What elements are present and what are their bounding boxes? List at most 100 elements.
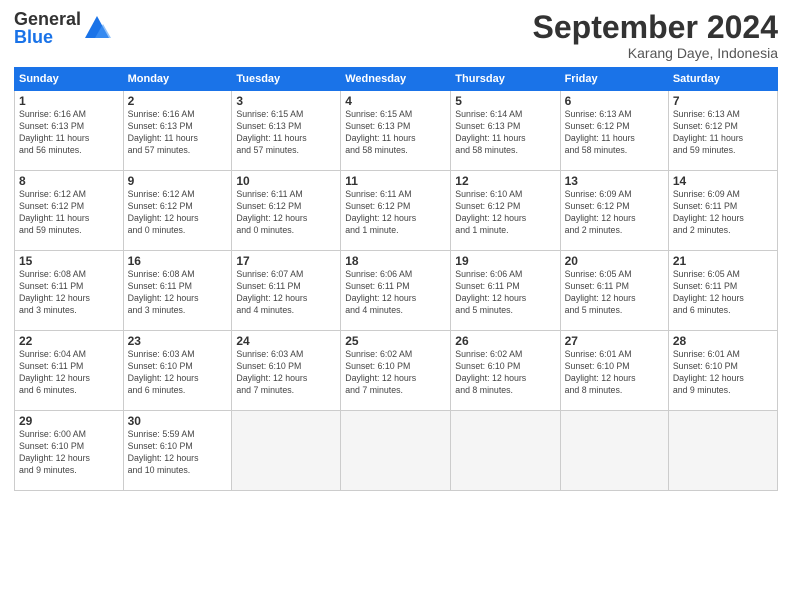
day-number: 2 <box>128 94 228 108</box>
day-info: Sunrise: 6:12 AM Sunset: 6:12 PM Dayligh… <box>19 189 119 237</box>
day-info: Sunrise: 6:14 AM Sunset: 6:13 PM Dayligh… <box>455 109 555 157</box>
day-number: 30 <box>128 414 228 428</box>
table-row: 30Sunrise: 5:59 AM Sunset: 6:10 PM Dayli… <box>123 411 232 491</box>
day-info: Sunrise: 6:02 AM Sunset: 6:10 PM Dayligh… <box>455 349 555 397</box>
location-title: Karang Daye, Indonesia <box>533 45 778 61</box>
table-row: 2Sunrise: 6:16 AM Sunset: 6:13 PM Daylig… <box>123 91 232 171</box>
day-info: Sunrise: 6:07 AM Sunset: 6:11 PM Dayligh… <box>236 269 336 317</box>
day-number: 7 <box>673 94 773 108</box>
logo-area: General Blue <box>14 10 111 46</box>
day-info: Sunrise: 6:05 AM Sunset: 6:11 PM Dayligh… <box>673 269 773 317</box>
day-number: 17 <box>236 254 336 268</box>
title-area: September 2024 Karang Daye, Indonesia <box>533 10 778 61</box>
day-number: 4 <box>345 94 446 108</box>
day-number: 1 <box>19 94 119 108</box>
day-number: 25 <box>345 334 446 348</box>
calendar-table: Sunday Monday Tuesday Wednesday Thursday… <box>14 67 778 491</box>
day-number: 11 <box>345 174 446 188</box>
day-number: 8 <box>19 174 119 188</box>
table-row: 28Sunrise: 6:01 AM Sunset: 6:10 PM Dayli… <box>668 331 777 411</box>
col-wednesday: Wednesday <box>341 68 451 91</box>
calendar-week-row: 8Sunrise: 6:12 AM Sunset: 6:12 PM Daylig… <box>15 171 778 251</box>
col-saturday: Saturday <box>668 68 777 91</box>
table-row <box>560 411 668 491</box>
table-row <box>232 411 341 491</box>
day-info: Sunrise: 6:03 AM Sunset: 6:10 PM Dayligh… <box>236 349 336 397</box>
table-row: 19Sunrise: 6:06 AM Sunset: 6:11 PM Dayli… <box>451 251 560 331</box>
day-number: 26 <box>455 334 555 348</box>
logo-blue: Blue <box>14 28 81 46</box>
day-number: 24 <box>236 334 336 348</box>
day-number: 13 <box>565 174 664 188</box>
col-thursday: Thursday <box>451 68 560 91</box>
table-row: 3Sunrise: 6:15 AM Sunset: 6:13 PM Daylig… <box>232 91 341 171</box>
col-sunday: Sunday <box>15 68 124 91</box>
table-row: 17Sunrise: 6:07 AM Sunset: 6:11 PM Dayli… <box>232 251 341 331</box>
day-info: Sunrise: 6:09 AM Sunset: 6:12 PM Dayligh… <box>565 189 664 237</box>
day-number: 28 <box>673 334 773 348</box>
table-row: 7Sunrise: 6:13 AM Sunset: 6:12 PM Daylig… <box>668 91 777 171</box>
table-row: 5Sunrise: 6:14 AM Sunset: 6:13 PM Daylig… <box>451 91 560 171</box>
day-number: 16 <box>128 254 228 268</box>
day-info: Sunrise: 6:01 AM Sunset: 6:10 PM Dayligh… <box>565 349 664 397</box>
day-number: 5 <box>455 94 555 108</box>
day-info: Sunrise: 6:08 AM Sunset: 6:11 PM Dayligh… <box>19 269 119 317</box>
table-row: 27Sunrise: 6:01 AM Sunset: 6:10 PM Dayli… <box>560 331 668 411</box>
day-info: Sunrise: 6:10 AM Sunset: 6:12 PM Dayligh… <box>455 189 555 237</box>
table-row: 12Sunrise: 6:10 AM Sunset: 6:12 PM Dayli… <box>451 171 560 251</box>
table-row: 1Sunrise: 6:16 AM Sunset: 6:13 PM Daylig… <box>15 91 124 171</box>
calendar-header-row: Sunday Monday Tuesday Wednesday Thursday… <box>15 68 778 91</box>
day-number: 29 <box>19 414 119 428</box>
day-info: Sunrise: 6:09 AM Sunset: 6:11 PM Dayligh… <box>673 189 773 237</box>
day-number: 21 <box>673 254 773 268</box>
day-info: Sunrise: 6:04 AM Sunset: 6:11 PM Dayligh… <box>19 349 119 397</box>
table-row: 26Sunrise: 6:02 AM Sunset: 6:10 PM Dayli… <box>451 331 560 411</box>
table-row: 13Sunrise: 6:09 AM Sunset: 6:12 PM Dayli… <box>560 171 668 251</box>
day-number: 14 <box>673 174 773 188</box>
day-info: Sunrise: 6:01 AM Sunset: 6:10 PM Dayligh… <box>673 349 773 397</box>
table-row: 21Sunrise: 6:05 AM Sunset: 6:11 PM Dayli… <box>668 251 777 331</box>
col-tuesday: Tuesday <box>232 68 341 91</box>
logo-general: General <box>14 10 81 28</box>
day-info: Sunrise: 6:06 AM Sunset: 6:11 PM Dayligh… <box>345 269 446 317</box>
day-info: Sunrise: 6:00 AM Sunset: 6:10 PM Dayligh… <box>19 429 119 477</box>
table-row: 23Sunrise: 6:03 AM Sunset: 6:10 PM Dayli… <box>123 331 232 411</box>
day-number: 10 <box>236 174 336 188</box>
month-title: September 2024 <box>533 10 778 45</box>
day-info: Sunrise: 6:13 AM Sunset: 6:12 PM Dayligh… <box>565 109 664 157</box>
table-row: 24Sunrise: 6:03 AM Sunset: 6:10 PM Dayli… <box>232 331 341 411</box>
table-row: 16Sunrise: 6:08 AM Sunset: 6:11 PM Dayli… <box>123 251 232 331</box>
day-info: Sunrise: 6:05 AM Sunset: 6:11 PM Dayligh… <box>565 269 664 317</box>
header: General Blue September 2024 Karang Daye,… <box>14 10 778 61</box>
calendar-week-row: 1 Sunrise: 6:16 AM Sunset: 6:13 PM Daylig… <box>15 91 778 171</box>
day-info: Sunrise: 6:16 AM Sunset: 6:13 PM Dayligh… <box>128 109 228 157</box>
day-info: Sunrise: 5:59 AM Sunset: 6:10 PM Dayligh… <box>128 429 228 477</box>
day-info: Sunrise: 6:15 AM Sunset: 6:13 PM Dayligh… <box>345 109 446 157</box>
calendar-week-row: 29Sunrise: 6:00 AM Sunset: 6:10 PM Dayli… <box>15 411 778 491</box>
table-row: 11Sunrise: 6:11 AM Sunset: 6:12 PM Dayli… <box>341 171 451 251</box>
day-info: Sunrise: 6:12 AM Sunset: 6:12 PM Dayligh… <box>128 189 228 237</box>
col-friday: Friday <box>560 68 668 91</box>
day-info: Sunrise: 6:02 AM Sunset: 6:10 PM Dayligh… <box>345 349 446 397</box>
day-number: 6 <box>565 94 664 108</box>
day-number: 15 <box>19 254 119 268</box>
table-row: 6Sunrise: 6:13 AM Sunset: 6:12 PM Daylig… <box>560 91 668 171</box>
day-number: 18 <box>345 254 446 268</box>
day-number: 9 <box>128 174 228 188</box>
calendar-week-row: 22Sunrise: 6:04 AM Sunset: 6:11 PM Dayli… <box>15 331 778 411</box>
day-number: 22 <box>19 334 119 348</box>
day-info: Sunrise: 6:11 AM Sunset: 6:12 PM Dayligh… <box>236 189 336 237</box>
table-row <box>668 411 777 491</box>
day-info: Sunrise: 6:06 AM Sunset: 6:11 PM Dayligh… <box>455 269 555 317</box>
day-number: 12 <box>455 174 555 188</box>
table-row: 4Sunrise: 6:15 AM Sunset: 6:13 PM Daylig… <box>341 91 451 171</box>
logo-text: General Blue <box>14 10 81 46</box>
day-number: 27 <box>565 334 664 348</box>
table-row: 14Sunrise: 6:09 AM Sunset: 6:11 PM Dayli… <box>668 171 777 251</box>
table-row: 18Sunrise: 6:06 AM Sunset: 6:11 PM Dayli… <box>341 251 451 331</box>
page-container: General Blue September 2024 Karang Daye,… <box>0 0 792 499</box>
calendar-week-row: 15Sunrise: 6:08 AM Sunset: 6:11 PM Dayli… <box>15 251 778 331</box>
table-row: 29Sunrise: 6:00 AM Sunset: 6:10 PM Dayli… <box>15 411 124 491</box>
table-row: 10Sunrise: 6:11 AM Sunset: 6:12 PM Dayli… <box>232 171 341 251</box>
table-row: 9Sunrise: 6:12 AM Sunset: 6:12 PM Daylig… <box>123 171 232 251</box>
